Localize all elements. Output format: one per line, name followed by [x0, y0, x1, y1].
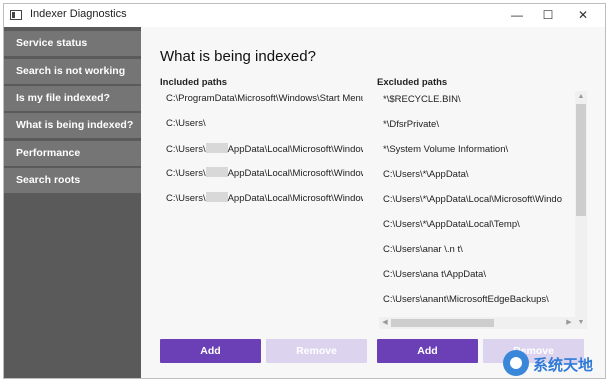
- excluded-paths-list[interactable]: *\$RECYCLE.BIN\ *\DfsrPrivate\ *\System …: [383, 89, 573, 332]
- nav-search-not-working[interactable]: Search is not working: [4, 59, 141, 84]
- main-panel: What is being indexed? Included paths Ex…: [141, 27, 605, 378]
- nav-what-is-indexed[interactable]: What is being indexed?: [4, 113, 141, 138]
- excluded-paths-header: Excluded paths: [377, 77, 448, 88]
- page-title: What is being indexed?: [160, 48, 316, 65]
- scroll-up-arrow-icon[interactable]: ▲: [575, 91, 587, 103]
- excluded-path-item[interactable]: *\DfsrPrivate\: [383, 119, 439, 130]
- close-button[interactable]: ✕: [568, 6, 598, 24]
- window-title: Indexer Diagnostics: [30, 8, 127, 20]
- watermark-text: 系统天地: [533, 357, 594, 374]
- nav-search-roots[interactable]: Search roots: [4, 168, 141, 193]
- included-path-item[interactable]: C:\Users\ AppData\Local\Microsoft\Window: [166, 167, 363, 179]
- vertical-scroll-thumb[interactable]: [576, 104, 586, 216]
- redacted-username: [205, 167, 228, 177]
- watermark-logo-icon: [503, 350, 529, 376]
- included-paths-header: Included paths: [160, 77, 228, 88]
- app-window: Indexer Diagnostics — ☐ ✕ Service status…: [3, 3, 606, 379]
- horizontal-scroll-thumb[interactable]: [391, 319, 494, 327]
- included-remove-button[interactable]: Remove: [266, 339, 367, 363]
- included-path-item[interactable]: C:\Users\ AppData\Local\Microsoft\Window: [166, 143, 363, 155]
- nav-performance[interactable]: Performance: [4, 141, 141, 166]
- excluded-path-item[interactable]: C:\Users\anar \.n t\: [383, 244, 463, 255]
- app-icon: [10, 10, 22, 20]
- excluded-path-item[interactable]: C:\Users\ana t\AppData\: [383, 269, 486, 280]
- excluded-path-item[interactable]: C:\Users\*\AppData\: [383, 169, 469, 180]
- included-path-item[interactable]: C:\ProgramData\Microsoft\Windows\Start M…: [166, 93, 363, 104]
- watermark: 系统天地: [503, 346, 608, 382]
- excluded-path-item[interactable]: C:\Users\*\AppData\Local\Temp\: [383, 219, 520, 230]
- title-bar: Indexer Diagnostics — ☐ ✕: [4, 4, 605, 27]
- maximize-button[interactable]: ☐: [533, 6, 563, 24]
- minimize-button[interactable]: —: [502, 6, 532, 24]
- nav-service-status[interactable]: Service status: [4, 31, 141, 56]
- excluded-path-item[interactable]: *\System Volume Information\: [383, 144, 508, 155]
- redacted-username: [205, 192, 228, 202]
- excluded-path-item[interactable]: *\$RECYCLE.BIN\: [383, 94, 461, 105]
- excluded-add-button[interactable]: Add: [377, 339, 478, 363]
- included-path-item[interactable]: C:\Users\: [166, 118, 206, 129]
- excluded-path-item[interactable]: C:\Users\anant\MicrosoftEdgeBackups\: [383, 294, 549, 305]
- excluded-horizontal-scrollbar[interactable]: ◀ ▶: [379, 317, 575, 329]
- scroll-left-arrow-icon[interactable]: ◀: [379, 317, 391, 329]
- scroll-down-arrow-icon[interactable]: ▼: [575, 317, 587, 329]
- included-paths-list[interactable]: C:\ProgramData\Microsoft\Windows\Start M…: [166, 89, 363, 332]
- redacted-username: [205, 143, 228, 153]
- excluded-path-item[interactable]: C:\Users\*\AppData\Local\Microsoft\Windo: [383, 194, 562, 205]
- included-add-button[interactable]: Add: [160, 339, 261, 363]
- included-path-item[interactable]: C:\Users\ AppData\Local\Microsoft\Window: [166, 192, 363, 204]
- excluded-vertical-scrollbar[interactable]: ▲ ▼: [575, 91, 587, 329]
- nav-is-file-indexed[interactable]: Is my file indexed?: [4, 86, 141, 111]
- scroll-right-arrow-icon[interactable]: ▶: [563, 317, 575, 329]
- sidebar: Service status Search is not working Is …: [4, 27, 141, 378]
